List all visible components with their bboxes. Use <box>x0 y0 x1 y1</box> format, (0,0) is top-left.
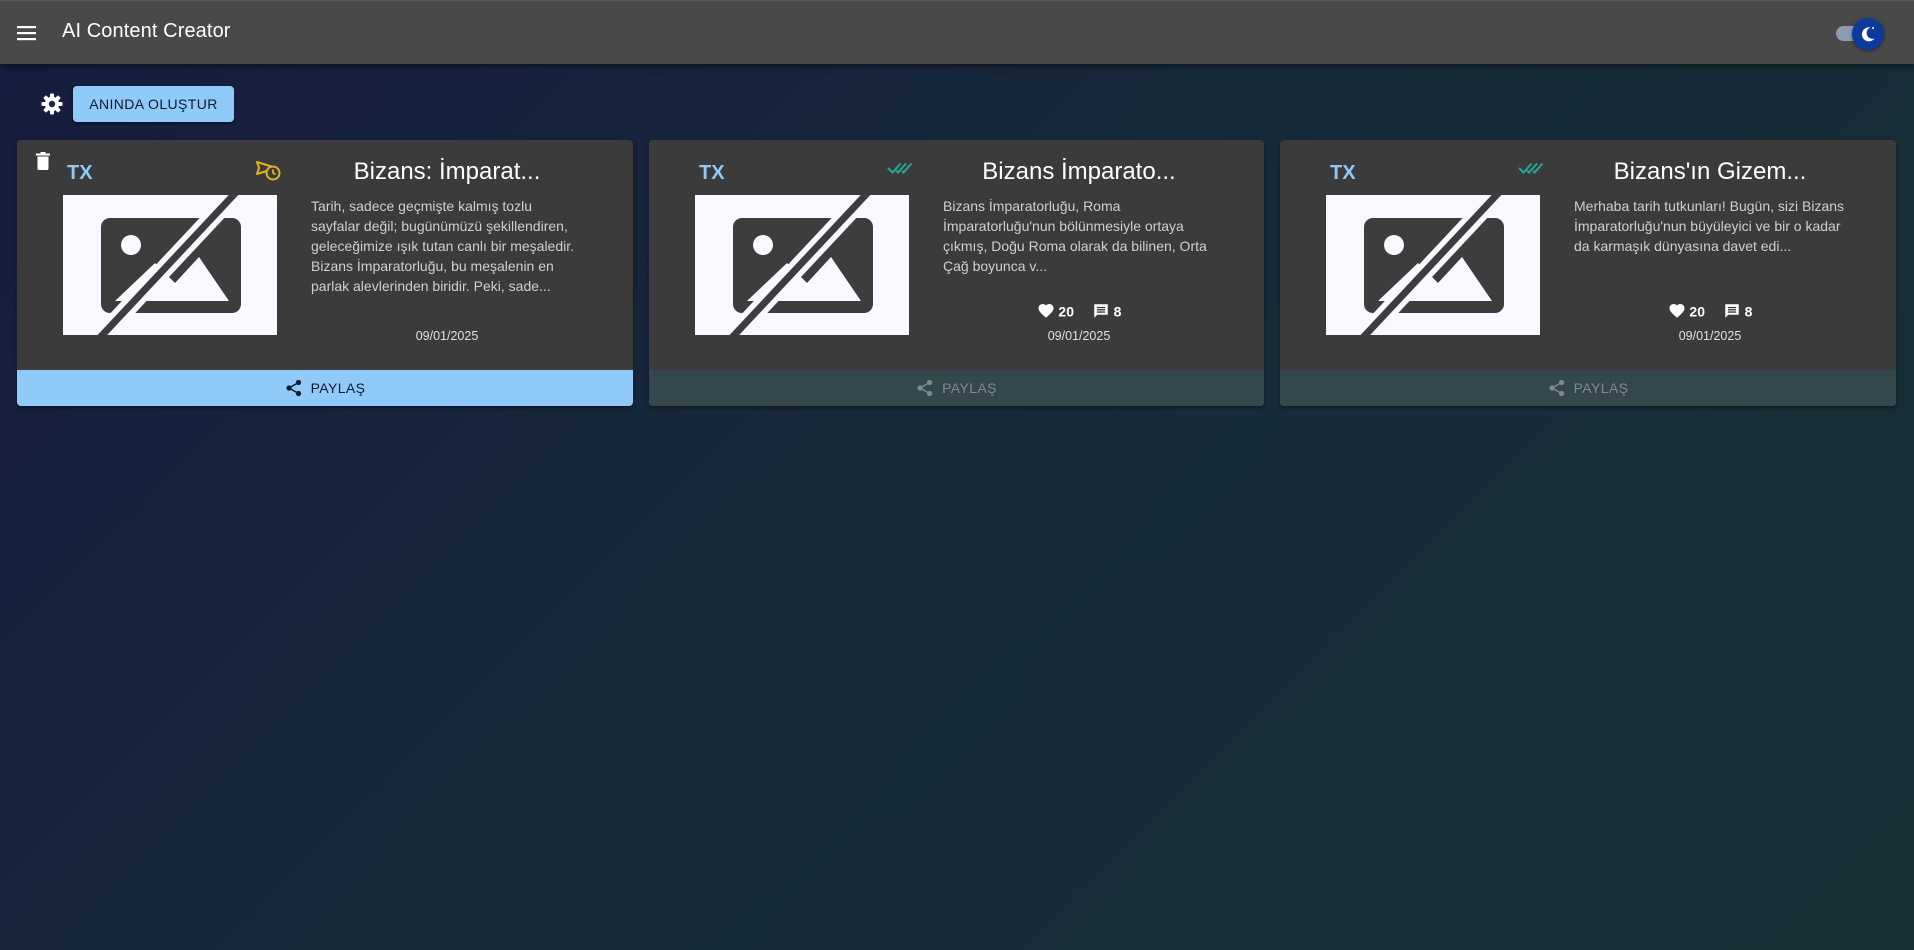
platform-badge: TX <box>699 162 725 184</box>
create-now-button[interactable]: ANINDA OLUŞTUR <box>73 86 234 122</box>
share-label: PAYLAŞ <box>1573 380 1629 396</box>
likes-count: 20 <box>1058 303 1074 320</box>
double-check-icon <box>1518 156 1544 182</box>
comments-count: 8 <box>1744 303 1753 320</box>
share-button[interactable]: PAYLAŞ <box>17 370 633 406</box>
card-body[interactable]: TX Bizans İmparato... Bizans İmparatorlu… <box>649 140 1264 370</box>
content-card: TX Bizans'ın Gizem... Merhaba tarih tutk… <box>1280 140 1896 406</box>
engagement-stats: 20 8 <box>939 302 1219 320</box>
heart-icon <box>1669 304 1685 319</box>
share-button[interactable]: PAYLAŞ <box>649 370 1264 406</box>
trash-icon[interactable] <box>31 149 55 173</box>
app-title: AI Content Creator <box>62 20 231 42</box>
share-icon <box>285 379 301 397</box>
card-date: 09/01/2025 <box>415 329 479 343</box>
card-excerpt: Bizans İmparatorluğu, Roma İmparatorluğu… <box>943 198 1207 274</box>
comment-icon <box>1725 304 1739 319</box>
card-excerpt: Tarih, sadece geçmişte kalmış tozlu sayf… <box>311 198 575 294</box>
scheduled-send-icon <box>255 156 281 182</box>
share-icon <box>917 379 933 397</box>
card-title: Bizans: İmparat... <box>353 158 541 185</box>
theme-toggle-switch[interactable] <box>1832 17 1884 51</box>
dark-mode-moon-icon <box>1852 18 1884 50</box>
card-title: Bizans'ın Gizem... <box>1613 158 1807 185</box>
platform-badge: TX <box>67 162 93 184</box>
app-bar: AI Content Creator <box>0 0 1914 64</box>
share-button[interactable]: PAYLAŞ <box>1280 370 1896 406</box>
card-date: 09/01/2025 <box>1678 329 1742 343</box>
share-icon <box>1548 379 1564 397</box>
hamburger-menu-icon[interactable] <box>14 21 40 45</box>
gear-icon[interactable] <box>40 92 64 116</box>
comment-icon <box>1094 304 1108 319</box>
heart-icon <box>1038 304 1054 319</box>
image-placeholder <box>695 195 909 335</box>
card-excerpt: Merhaba tarih tutkunları! Bugün, sizi Bi… <box>1574 198 1845 254</box>
card-body[interactable]: TX Bizans: İmparat... Tarih, sadece geçm… <box>17 140 633 370</box>
double-check-icon <box>887 156 913 182</box>
platform-badge: TX <box>1330 162 1356 184</box>
comments-count: 8 <box>1113 303 1122 320</box>
card-body[interactable]: TX Bizans'ın Gizem... Merhaba tarih tutk… <box>1280 140 1896 370</box>
card-title: Bizans İmparato... <box>982 158 1176 185</box>
image-placeholder <box>63 195 277 335</box>
likes-count: 20 <box>1689 303 1705 320</box>
image-placeholder <box>1326 195 1540 335</box>
content-card: TX Bizans İmparato... Bizans İmparatorlu… <box>649 140 1264 406</box>
share-label: PAYLAŞ <box>310 380 366 396</box>
card-date: 09/01/2025 <box>1047 329 1111 343</box>
content-card: TX Bizans: İmparat... Tarih, sadece geçm… <box>17 140 633 406</box>
engagement-stats: 20 8 <box>1570 302 1850 320</box>
share-label: PAYLAŞ <box>942 380 997 396</box>
